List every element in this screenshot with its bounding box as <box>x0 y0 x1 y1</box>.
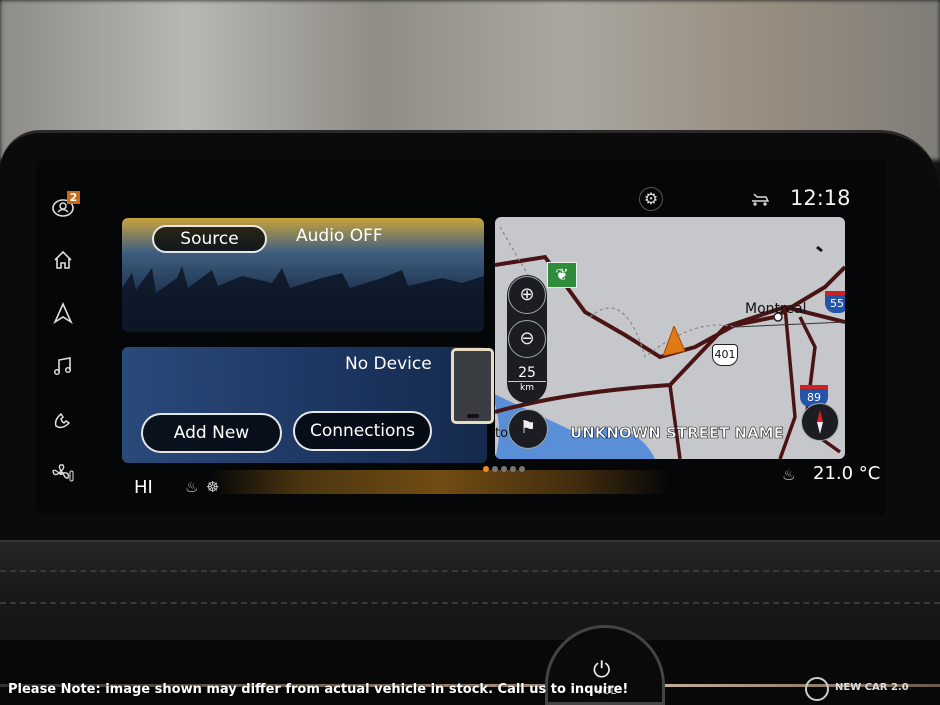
page-indicator[interactable] <box>483 466 525 472</box>
compass-icon[interactable] <box>801 403 839 441</box>
audio-card[interactable]: Source Audio OFF <box>122 218 484 332</box>
ambient-glow <box>210 470 670 494</box>
map-scale-unit: km <box>520 383 534 393</box>
clock: 12:18 <box>790 186 851 210</box>
brand-name: NEW CAR 2.0 <box>835 682 909 693</box>
notification-badge: 2 <box>67 191 80 204</box>
interstate-55-shield: 55 <box>825 291 845 313</box>
phone-icon[interactable] <box>50 408 76 434</box>
page-dot[interactable] <box>492 466 498 472</box>
settings-gear-icon[interactable]: ⚙ <box>639 187 663 211</box>
destination-search-icon[interactable]: ⚑ <box>508 409 548 449</box>
home-icon[interactable] <box>50 249 76 275</box>
street-name-label: UNKNOWN STREET NAME <box>570 424 784 443</box>
page-dot[interactable] <box>483 466 489 472</box>
power-icon: ⏻ <box>593 658 611 683</box>
stitching <box>0 602 940 604</box>
audio-status: Audio OFF <box>296 226 383 246</box>
brand-logo-icon <box>805 677 829 701</box>
temperature[interactable]: 21.0 °C <box>813 463 880 484</box>
page-dot[interactable] <box>519 466 525 472</box>
seat-heater-icon[interactable]: ♨ <box>185 478 198 496</box>
concert-crowd-image <box>122 266 484 332</box>
page-dot[interactable] <box>510 466 516 472</box>
highway-401-shield: 401 <box>712 344 738 366</box>
car-icon <box>750 190 770 206</box>
map-scale-value: 25 <box>508 365 546 382</box>
trans-canada-shield-icon: ❦ <box>547 262 577 288</box>
fan-icon[interactable] <box>50 461 76 487</box>
music-note-icon[interactable] <box>50 355 76 381</box>
phone-card[interactable]: No Device Add New Connections <box>122 347 487 463</box>
zoom-in-icon[interactable]: ⊕ <box>508 276 546 314</box>
navigation-map[interactable]: ❦ Montreal 401 55 89 to UNKNOWN STREET N… <box>495 217 845 459</box>
add-new-button[interactable]: Add New <box>141 413 282 453</box>
partial-place-label: to <box>495 426 509 441</box>
device-status: No Device <box>345 354 432 374</box>
source-button[interactable]: Source <box>152 225 267 253</box>
seat-heater-right-icon[interactable]: ♨ <box>782 466 795 484</box>
page-dot[interactable] <box>501 466 507 472</box>
fan-level[interactable]: HI <box>134 477 153 498</box>
disclaimer-note: Please Note: image shown may differ from… <box>8 682 629 697</box>
stitching <box>0 570 940 572</box>
connections-button[interactable]: Connections <box>293 411 432 451</box>
city-label-montreal: Montreal <box>745 301 807 317</box>
vehicle-position-arrow-icon <box>662 324 686 360</box>
smartphone-icon <box>451 348 494 424</box>
dashboard-trim <box>0 540 940 650</box>
steering-heater-icon[interactable]: ☸ <box>206 478 219 496</box>
zoom-out-icon[interactable]: ⊖ <box>508 320 546 358</box>
navigation-arrow-icon[interactable] <box>50 302 76 328</box>
